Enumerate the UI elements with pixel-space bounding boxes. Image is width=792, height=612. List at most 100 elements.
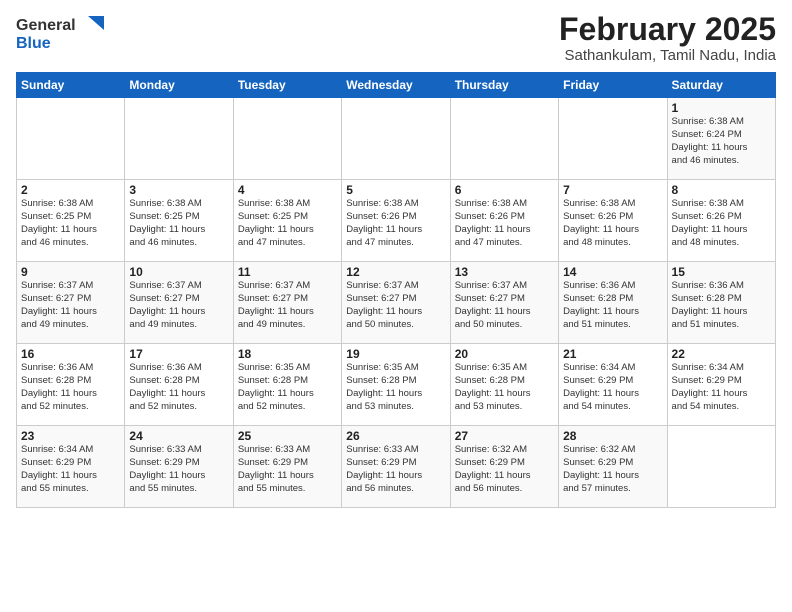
day-cell-27: 27Sunrise: 6:32 AM Sunset: 6:29 PM Dayli… xyxy=(450,426,558,508)
day-cell-26: 26Sunrise: 6:33 AM Sunset: 6:29 PM Dayli… xyxy=(342,426,450,508)
day-info: Sunrise: 6:36 AM Sunset: 6:28 PM Dayligh… xyxy=(21,362,120,413)
day-cell-24: 24Sunrise: 6:33 AM Sunset: 6:29 PM Dayli… xyxy=(125,426,233,508)
day-info: Sunrise: 6:37 AM Sunset: 6:27 PM Dayligh… xyxy=(129,280,228,331)
day-number: 6 xyxy=(455,183,554,197)
day-number: 22 xyxy=(672,347,771,361)
day-info: Sunrise: 6:34 AM Sunset: 6:29 PM Dayligh… xyxy=(672,362,771,413)
day-number: 24 xyxy=(129,429,228,443)
day-number: 10 xyxy=(129,265,228,279)
day-number: 13 xyxy=(455,265,554,279)
empty-cell xyxy=(450,98,558,180)
empty-cell xyxy=(233,98,341,180)
day-number: 11 xyxy=(238,265,337,279)
title-area: February 2025 Sathankulam, Tamil Nadu, I… xyxy=(559,12,776,64)
day-cell-5: 5Sunrise: 6:38 AM Sunset: 6:26 PM Daylig… xyxy=(342,180,450,262)
weekday-header-row: SundayMondayTuesdayWednesdayThursdayFrid… xyxy=(17,73,776,98)
day-info: Sunrise: 6:32 AM Sunset: 6:29 PM Dayligh… xyxy=(455,444,554,495)
day-info: Sunrise: 6:34 AM Sunset: 6:29 PM Dayligh… xyxy=(21,444,120,495)
day-cell-2: 2Sunrise: 6:38 AM Sunset: 6:25 PM Daylig… xyxy=(17,180,125,262)
day-cell-28: 28Sunrise: 6:32 AM Sunset: 6:29 PM Dayli… xyxy=(559,426,667,508)
weekday-header-saturday: Saturday xyxy=(667,73,775,98)
day-number: 1 xyxy=(672,101,771,115)
day-info: Sunrise: 6:33 AM Sunset: 6:29 PM Dayligh… xyxy=(238,444,337,495)
day-number: 28 xyxy=(563,429,662,443)
day-info: Sunrise: 6:38 AM Sunset: 6:26 PM Dayligh… xyxy=(672,198,771,249)
week-row-2: 2 Sunrise: 6:38 AM Sunset: 6:25 PM Daylig… xyxy=(17,180,776,262)
day-info: Sunrise: 6:36 AM Sunset: 6:28 PM Dayligh… xyxy=(129,362,228,413)
day-cell-22: 22Sunrise: 6:34 AM Sunset: 6:29 PM Dayli… xyxy=(667,344,775,426)
day-info: Sunrise: 6:38 AM Sunset: 6:24 PM Dayligh… xyxy=(672,116,771,167)
day-number: 19 xyxy=(346,347,445,361)
day-info: Sunrise: 6:32 AM Sunset: 6:29 PM Dayligh… xyxy=(563,444,662,495)
empty-cell xyxy=(559,98,667,180)
day-cell-13: 13Sunrise: 6:37 AM Sunset: 6:27 PM Dayli… xyxy=(450,262,558,344)
day-cell-10: 10Sunrise: 6:37 AM Sunset: 6:27 PM Dayli… xyxy=(125,262,233,344)
day-info: Sunrise: 6:35 AM Sunset: 6:28 PM Dayligh… xyxy=(346,362,445,413)
day-cell-17: 17Sunrise: 6:36 AM Sunset: 6:28 PM Dayli… xyxy=(125,344,233,426)
day-cell-9: 9Sunrise: 6:37 AM Sunset: 6:27 PM Daylig… xyxy=(17,262,125,344)
day-info: Sunrise: 6:36 AM Sunset: 6:28 PM Dayligh… xyxy=(672,280,771,331)
day-cell-15: 15Sunrise: 6:36 AM Sunset: 6:28 PM Dayli… xyxy=(667,262,775,344)
weekday-header-sunday: Sunday xyxy=(17,73,125,98)
day-info: Sunrise: 6:37 AM Sunset: 6:27 PM Dayligh… xyxy=(455,280,554,331)
logo: General Blue xyxy=(16,12,106,54)
day-cell-21: 21Sunrise: 6:34 AM Sunset: 6:29 PM Dayli… xyxy=(559,344,667,426)
day-cell-8: 8Sunrise: 6:38 AM Sunset: 6:26 PM Daylig… xyxy=(667,180,775,262)
day-cell-19: 19Sunrise: 6:35 AM Sunset: 6:28 PM Dayli… xyxy=(342,344,450,426)
day-number: 15 xyxy=(672,265,771,279)
day-number: 16 xyxy=(21,347,120,361)
day-number: 17 xyxy=(129,347,228,361)
day-cell-16: 16Sunrise: 6:36 AM Sunset: 6:28 PM Dayli… xyxy=(17,344,125,426)
day-number: 2 xyxy=(21,183,120,197)
day-number: 4 xyxy=(238,183,337,197)
day-info: Sunrise: 6:33 AM Sunset: 6:29 PM Dayligh… xyxy=(129,444,228,495)
day-number: 5 xyxy=(346,183,445,197)
week-row-3: 9Sunrise: 6:37 AM Sunset: 6:27 PM Daylig… xyxy=(17,262,776,344)
day-info: Sunrise: 6:37 AM Sunset: 6:27 PM Dayligh… xyxy=(346,280,445,331)
day-cell-18: 18Sunrise: 6:35 AM Sunset: 6:28 PM Dayli… xyxy=(233,344,341,426)
day-cell-1: 1Sunrise: 6:38 AM Sunset: 6:24 PM Daylig… xyxy=(667,98,775,180)
calendar-table: SundayMondayTuesdayWednesdayThursdayFrid… xyxy=(16,72,776,508)
svg-text:Blue: Blue xyxy=(16,35,51,52)
day-info: Sunrise: 6:35 AM Sunset: 6:28 PM Dayligh… xyxy=(455,362,554,413)
weekday-header-tuesday: Tuesday xyxy=(233,73,341,98)
month-title: February 2025 xyxy=(559,12,776,47)
header: General Blue February 2025 Sathankulam, … xyxy=(16,12,776,64)
day-number: 20 xyxy=(455,347,554,361)
weekday-header-thursday: Thursday xyxy=(450,73,558,98)
day-number: 14 xyxy=(563,265,662,279)
day-number: 25 xyxy=(238,429,337,443)
day-cell-4: 4Sunrise: 6:38 AM Sunset: 6:25 PM Daylig… xyxy=(233,180,341,262)
day-info: Sunrise: 6:37 AM Sunset: 6:27 PM Dayligh… xyxy=(238,280,337,331)
empty-cell xyxy=(342,98,450,180)
calendar-page: General Blue February 2025 Sathankulam, … xyxy=(0,0,792,612)
day-cell-6: 6Sunrise: 6:38 AM Sunset: 6:26 PM Daylig… xyxy=(450,180,558,262)
day-number: 7 xyxy=(563,183,662,197)
day-cell-14: 14Sunrise: 6:36 AM Sunset: 6:28 PM Dayli… xyxy=(559,262,667,344)
day-number: 12 xyxy=(346,265,445,279)
day-number: 26 xyxy=(346,429,445,443)
day-number: 27 xyxy=(455,429,554,443)
day-cell-7: 7Sunrise: 6:38 AM Sunset: 6:26 PM Daylig… xyxy=(559,180,667,262)
day-cell-20: 20Sunrise: 6:35 AM Sunset: 6:28 PM Dayli… xyxy=(450,344,558,426)
day-info: Sunrise: 6:38 AM Sunset: 6:26 PM Dayligh… xyxy=(455,198,554,249)
day-number: 21 xyxy=(563,347,662,361)
day-number: 9 xyxy=(21,265,120,279)
location-subtitle: Sathankulam, Tamil Nadu, India xyxy=(559,47,776,64)
logo-svg: General Blue xyxy=(16,12,106,54)
empty-cell xyxy=(667,426,775,508)
day-number: 3 xyxy=(129,183,228,197)
day-number: 18 xyxy=(238,347,337,361)
day-info: Sunrise: 6:34 AM Sunset: 6:29 PM Dayligh… xyxy=(563,362,662,413)
day-number: 8 xyxy=(672,183,771,197)
day-cell-12: 12Sunrise: 6:37 AM Sunset: 6:27 PM Dayli… xyxy=(342,262,450,344)
weekday-header-monday: Monday xyxy=(125,73,233,98)
week-row-4: 16Sunrise: 6:36 AM Sunset: 6:28 PM Dayli… xyxy=(17,344,776,426)
day-info: Sunrise: 6:33 AM Sunset: 6:29 PM Dayligh… xyxy=(346,444,445,495)
svg-text:General: General xyxy=(16,17,76,34)
empty-cell xyxy=(17,98,125,180)
weekday-header-wednesday: Wednesday xyxy=(342,73,450,98)
empty-cell xyxy=(125,98,233,180)
day-info: Sunrise: 6:38 AM Sunset: 6:25 PM Dayligh… xyxy=(238,198,337,249)
day-info: Sunrise: 6:37 AM Sunset: 6:27 PM Dayligh… xyxy=(21,280,120,331)
